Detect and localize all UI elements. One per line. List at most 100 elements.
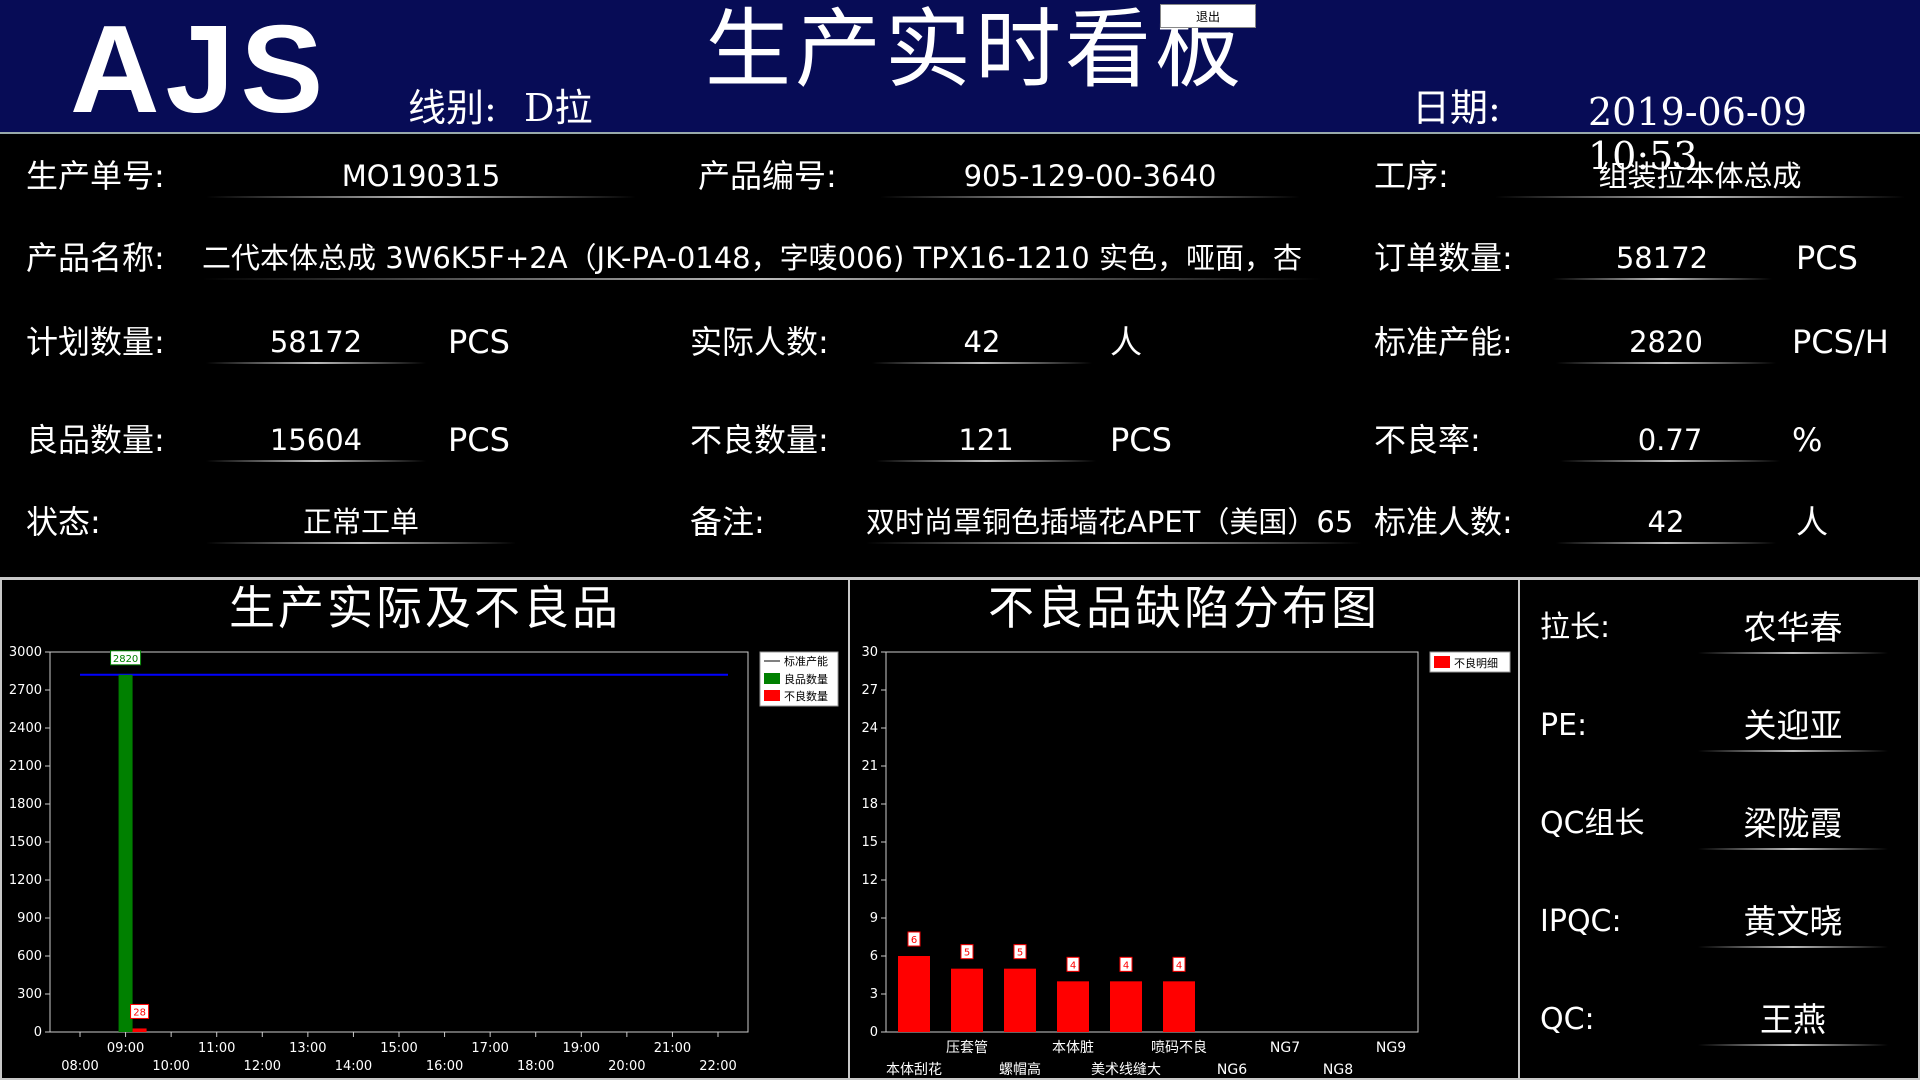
- defect-data-label: 6: [911, 935, 917, 946]
- plan-qty-label: 计划数量:: [26, 323, 165, 361]
- defect-bar: [951, 968, 983, 1032]
- defect-data-label: 5: [964, 948, 970, 959]
- x-tick-label: 22:00: [699, 1059, 736, 1074]
- production-chart: 0 300 600 900 1200 1500 1800 2100 2400 2700 3000 08…: [9, 645, 839, 1074]
- legend-label: 良品数量: [784, 672, 828, 686]
- line-label: 线别:: [408, 86, 497, 130]
- defect-rate-label: 不良率:: [1374, 421, 1481, 459]
- product-name-value: 二代本体总成 3W6K5F+2A（JK-PA-0148，字唛006) TPX16…: [202, 241, 1302, 275]
- product-name-label: 产品名称:: [26, 239, 165, 277]
- y-tick-label: 2400: [9, 721, 42, 736]
- underline: [876, 460, 1096, 462]
- x-tick-label: 09:00: [107, 1041, 144, 1056]
- good-qty-unit: PCS: [448, 421, 510, 459]
- exit-button[interactable]: 退出: [1160, 4, 1256, 28]
- remark-label: 备注:: [690, 503, 765, 541]
- y-tick-label: 3: [870, 987, 878, 1002]
- underline: [1495, 196, 1905, 198]
- defect-bar: [1163, 981, 1195, 1032]
- legend-swatch: [764, 673, 780, 684]
- x-tick-label: 20:00: [608, 1059, 645, 1074]
- personnel-name: 王燕: [1760, 1000, 1826, 1039]
- underline: [880, 196, 1300, 198]
- production-chart-title: 生产实际及不良品: [229, 581, 621, 635]
- defect-data-label: 4: [1176, 960, 1182, 971]
- personnel-role-label: QC:: [1540, 1002, 1595, 1037]
- personnel-name: 梁陇霞: [1743, 804, 1843, 843]
- y-tick-label: 21: [861, 759, 878, 774]
- y-tick-label: 30: [861, 645, 878, 660]
- x-tick-label: 19:00: [563, 1041, 600, 1056]
- defect-rate-unit: %: [1792, 421, 1823, 459]
- order-qty-label: 订单数量:: [1374, 239, 1513, 277]
- std-people-label: 标准人数:: [1374, 503, 1513, 541]
- plot-area-frame: [49, 651, 749, 1033]
- underline: [206, 362, 426, 364]
- underline: [206, 542, 516, 544]
- order-no-label: 生产单号:: [26, 157, 165, 195]
- y-tick-label: 9: [870, 911, 878, 926]
- y-tick-label: 1200: [9, 873, 42, 888]
- underline: [1556, 542, 1776, 544]
- legend-label: 不良数量: [784, 689, 828, 703]
- std-people-value: 42: [1647, 505, 1685, 539]
- actual-people-value: 42: [963, 325, 1001, 359]
- date-label: 日期:: [1412, 86, 1501, 130]
- x-tick-label: NG8: [1323, 1062, 1353, 1078]
- defect-bar: [1004, 968, 1036, 1032]
- defect-data-label: 4: [1070, 960, 1076, 971]
- x-tick-label: 本体刮花: [886, 1062, 942, 1078]
- defect-qty-value: 121: [958, 423, 1014, 457]
- order-no-value: MO190315: [341, 159, 501, 193]
- personnel-role-label: IPQC:: [1540, 904, 1622, 939]
- y-tick-label: 27: [861, 683, 878, 698]
- y-tick-label: 0: [870, 1025, 878, 1040]
- personnel-name: 关迎亚: [1743, 706, 1843, 745]
- y-tick-label: 2100: [9, 759, 42, 774]
- x-tick-label: 螺帽高: [999, 1061, 1041, 1078]
- x-tick-label: 16:00: [426, 1059, 463, 1074]
- underline: [202, 278, 1322, 280]
- y-tick-label: 15: [861, 835, 878, 850]
- x-tick-label: 08:00: [61, 1059, 98, 1074]
- x-tick-label: 15:00: [380, 1041, 417, 1056]
- good-qty-label: 良品数量:: [26, 421, 165, 459]
- status-value: 正常工单: [302, 505, 419, 539]
- process-value: 组装拉本体总成: [1598, 159, 1802, 193]
- std-people-unit: 人: [1796, 503, 1829, 541]
- actual-people-unit: 人: [1110, 323, 1143, 361]
- y-tick-label: 12: [861, 873, 878, 888]
- y-tick-label: 2700: [9, 683, 42, 698]
- y-tick-label: 6: [870, 949, 878, 964]
- personnel-role-label: QC组长: [1540, 806, 1645, 841]
- y-tick-label: 600: [17, 949, 42, 964]
- defect-bar: [1057, 981, 1089, 1032]
- personnel-panel: 拉长: 农华春 PE: 关迎亚 QC组长 梁陇霞 IPQC: 黄文晓 QC: 王燕: [1518, 578, 1920, 1080]
- legend-label: 标准产能: [784, 654, 828, 668]
- defect-rate-value: 0.77: [1637, 423, 1703, 457]
- underline: [206, 460, 426, 462]
- std-capacity-value: 2820: [1629, 325, 1703, 359]
- header-bar: AJS 生产实时看板 退出 线别: D拉 日期: 2019-06-09 10:5…: [0, 0, 1920, 178]
- personnel-name: 黄文晓: [1743, 902, 1843, 941]
- x-tick-label: NG9: [1376, 1040, 1406, 1056]
- x-tick-label: 喷码不良: [1151, 1040, 1207, 1056]
- legend-swatch: [1434, 656, 1450, 668]
- defect-chart-panel: 不良品缺陷分布图 0 3 6 9 12 15 18 21 24 27 30 本体刮花 6 压套管 5 螺帽高 5…: [848, 578, 1520, 1080]
- y-tick-label: 3000: [9, 645, 42, 660]
- underline: [866, 542, 1362, 544]
- personnel-role-label: PE:: [1540, 708, 1588, 743]
- x-tick-label: 压套管: [946, 1040, 988, 1056]
- x-tick-label: 13:00: [289, 1041, 326, 1056]
- underline: [1556, 362, 1776, 364]
- x-tick-label: 12:00: [244, 1059, 281, 1074]
- std-capacity-unit: PCS/H: [1792, 323, 1889, 361]
- x-tick-label: 18:00: [517, 1059, 554, 1074]
- product-code-label: 产品编号:: [698, 157, 837, 195]
- plan-qty-unit: PCS: [448, 323, 510, 361]
- underline: [1560, 460, 1780, 462]
- x-tick-label: NG6: [1217, 1062, 1247, 1078]
- defect-qty-label: 不良数量:: [690, 421, 829, 459]
- defect-qty-bar: [132, 1028, 147, 1032]
- y-tick-label: 1800: [9, 797, 42, 812]
